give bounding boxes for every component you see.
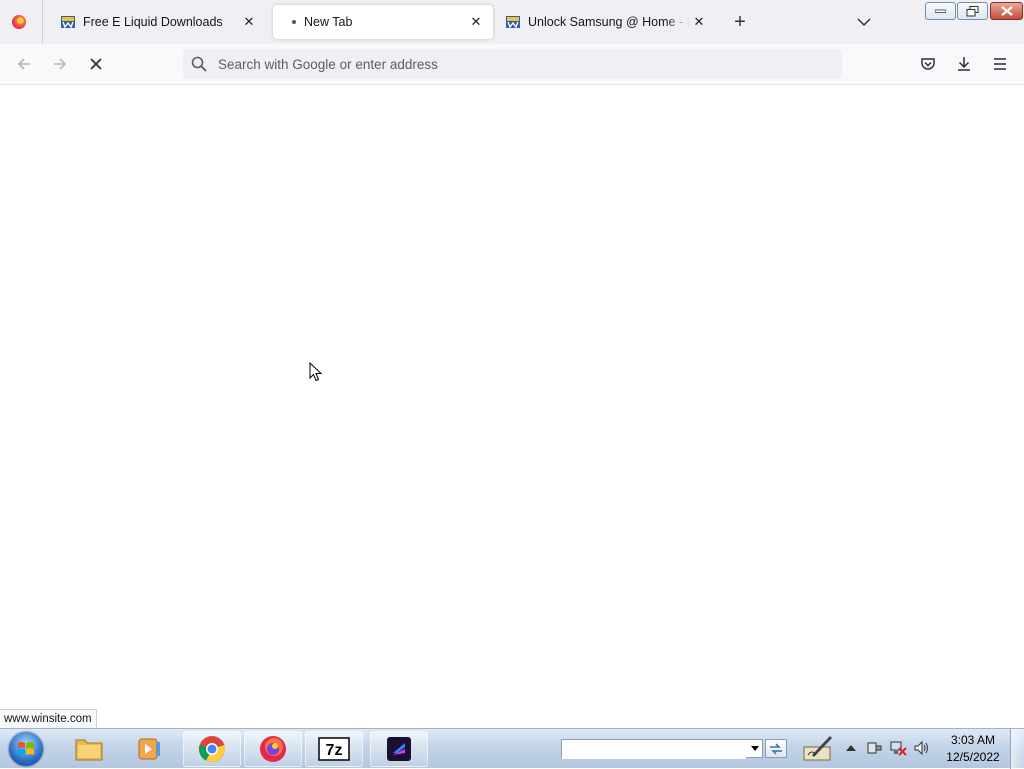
7zip-taskbar-button[interactable]: 7z [305, 731, 363, 767]
winsite-favicon-icon [506, 16, 520, 29]
restore-icon [966, 5, 979, 16]
back-button[interactable] [12, 52, 36, 76]
pen-input-tray-button[interactable] [802, 733, 834, 763]
app-launcher-icon [387, 737, 411, 761]
app-menu-button[interactable] [988, 52, 1012, 76]
show-desktop-button[interactable] [1010, 729, 1024, 769]
download-icon [958, 57, 970, 71]
media-player-taskbar-button[interactable] [120, 731, 178, 767]
url-input[interactable] [216, 55, 820, 73]
clock-time: 3:03 AM [950, 733, 996, 747]
firefox-logo-icon [12, 15, 26, 29]
restore-button[interactable] [957, 2, 988, 20]
taskbar-address-input[interactable] [562, 741, 746, 759]
tab-separator [42, 0, 43, 44]
tab-label: Unlock Samsung @ Home - FRE [528, 15, 690, 29]
tab-close-icon[interactable]: ✕ [467, 13, 485, 31]
firefox-taskbar-button[interactable] [244, 731, 302, 767]
pen-tablet-icon [803, 736, 832, 761]
search-icon [191, 56, 207, 72]
tab-new-tab[interactable]: New Tab ✕ [273, 5, 493, 39]
start-button[interactable] [6, 730, 46, 768]
back-arrow-icon [17, 58, 30, 70]
devices-tray-icon[interactable] [865, 739, 883, 757]
minimize-icon [935, 9, 946, 13]
address-bar[interactable] [183, 49, 842, 79]
system-clock[interactable]: 3:03 AM 12/5/2022 [940, 732, 1006, 766]
clock-date: 12/5/2022 [946, 750, 1000, 764]
downloads-button[interactable] [952, 52, 976, 76]
svg-text:7z: 7z [326, 742, 343, 759]
status-link-tooltip: www.winsite.com [0, 709, 97, 728]
winsite-favicon-icon [61, 16, 75, 29]
close-icon [1000, 6, 1013, 16]
tab-strip: Free E Liquid Downloads ✕ New Tab ✕ Unlo… [0, 0, 1024, 44]
close-window-button[interactable] [990, 2, 1023, 20]
7zip-icon: 7z [318, 737, 350, 761]
minimize-button[interactable] [925, 2, 956, 20]
page-content [0, 85, 1024, 728]
up-arrow-icon [846, 745, 856, 751]
windows-taskbar: 7z 3:03 AM 12/5/2022 [0, 728, 1024, 769]
pocket-button[interactable] [916, 52, 940, 76]
forward-button[interactable] [48, 52, 72, 76]
tab-unlock-samsung[interactable]: Unlock Samsung @ Home - FRE ✕ [498, 5, 716, 39]
address-go-button[interactable] [765, 739, 787, 758]
windows-explorer-taskbar-button[interactable] [60, 731, 118, 767]
windows-logo-icon [9, 732, 43, 766]
tab-label: Free E Liquid Downloads [83, 15, 223, 29]
new-tab-plus-icon[interactable]: + [728, 10, 752, 34]
tab-free-e-liquid[interactable]: Free E Liquid Downloads ✕ [48, 5, 266, 39]
stop-button[interactable] [84, 52, 108, 76]
tab-close-icon[interactable]: ✕ [690, 13, 708, 31]
app-launcher-taskbar-button[interactable] [370, 731, 428, 767]
loading-dot-icon [292, 20, 296, 24]
mouse-cursor-icon [309, 362, 323, 382]
network-disconnected-icon [890, 741, 907, 756]
hamburger-menu-icon [994, 58, 1006, 70]
go-arrows-icon [770, 742, 782, 755]
pocket-icon [921, 58, 935, 70]
tab-close-icon[interactable]: ✕ [240, 13, 258, 31]
tab-label: New Tab [304, 15, 353, 29]
media-player-icon [138, 738, 160, 760]
volume-tray-icon[interactable] [913, 739, 931, 757]
list-all-tabs-chevron-icon[interactable] [852, 10, 876, 34]
dropdown-arrow-icon[interactable] [748, 740, 762, 757]
speaker-icon [914, 740, 928, 756]
usb-device-icon [867, 742, 882, 754]
forward-arrow-icon [54, 58, 67, 70]
google-chrome-icon [198, 736, 225, 763]
firefox-view-button[interactable] [6, 10, 32, 34]
navigation-toolbar [0, 44, 1024, 85]
folder-icon [75, 739, 103, 761]
stop-loading-icon [90, 58, 102, 70]
show-hidden-icons-button[interactable] [842, 739, 860, 757]
network-tray-icon[interactable] [889, 739, 907, 757]
firefox-icon [260, 736, 286, 762]
chrome-taskbar-button[interactable] [183, 731, 241, 767]
taskbar-address-toolbar[interactable] [561, 739, 763, 759]
